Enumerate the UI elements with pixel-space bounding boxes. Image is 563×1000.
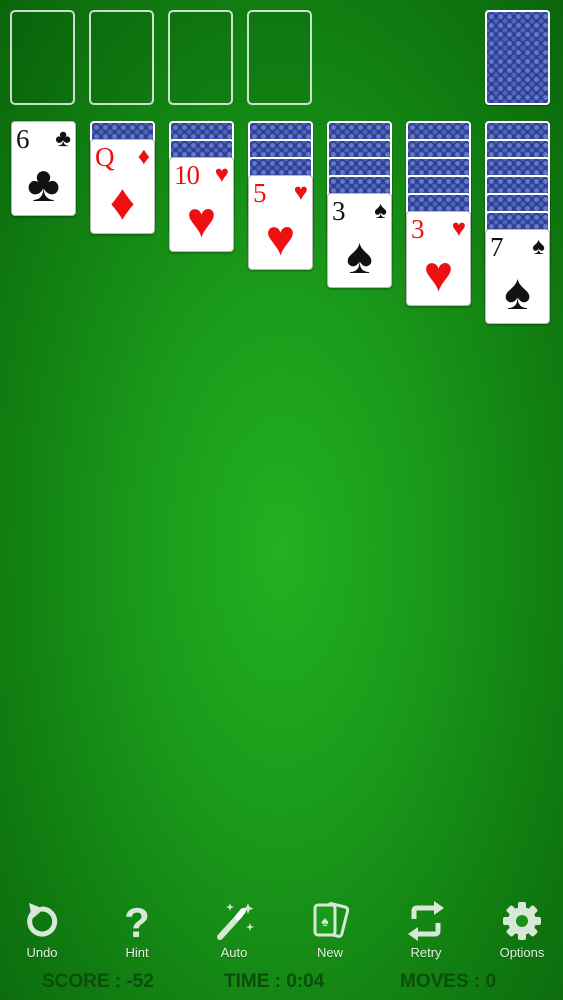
card-suit-icon: ♣: [55, 126, 71, 152]
card-suit-large-icon: ♥: [423, 246, 454, 302]
gear-icon: [503, 902, 541, 940]
card-rank: 10: [174, 160, 200, 190]
card-rank: 3: [411, 214, 424, 244]
playing-card[interactable]: 10 ♥ ♥: [169, 157, 234, 252]
undo-label: Undo: [26, 945, 58, 960]
card-suit-icon: ♦: [137, 144, 150, 170]
card-rank: 6: [16, 124, 29, 154]
svg-text:?: ?: [124, 899, 150, 943]
card-suit-large-icon: ♥: [265, 210, 296, 266]
time-display: TIME : 0:04: [224, 971, 325, 992]
card-suit-icon: ♥: [293, 180, 308, 206]
options-button[interactable]: Options: [482, 895, 562, 965]
foundation-slot-4[interactable]: [247, 10, 312, 105]
auto-label: Auto: [220, 945, 248, 960]
moves-display: MOVES : 0: [400, 971, 497, 992]
hint-label: Hint: [125, 945, 149, 960]
cards-icon: ♠: [313, 902, 350, 938]
playing-card[interactable]: 3 ♥ ♥: [406, 211, 471, 306]
score-display: SCORE : -52: [42, 971, 154, 992]
card-suit-large-icon: ♣: [27, 156, 60, 212]
new-game-button[interactable]: ♠ New: [290, 895, 370, 965]
playing-card[interactable]: 6 ♣ ♣: [11, 121, 76, 216]
playing-card[interactable]: 5 ♥ ♥: [248, 175, 313, 270]
new-label: New: [316, 945, 343, 960]
auto-button[interactable]: Auto: [194, 895, 274, 965]
card-suit-large-icon: ♦: [109, 174, 136, 230]
undo-button[interactable]: Undo: [2, 895, 82, 965]
card-suit-large-icon: ♠: [504, 264, 531, 320]
card-rank: 5: [253, 178, 266, 208]
card-suit-large-icon: ♠: [346, 228, 373, 284]
options-label: Options: [499, 945, 545, 960]
card-suit-large-icon: ♥: [186, 192, 217, 248]
retry-label: Retry: [410, 945, 442, 960]
foundation-slot-2[interactable]: [89, 10, 154, 105]
stock-pile[interactable]: [485, 10, 550, 105]
card-rank: 3: [332, 196, 345, 226]
playing-card[interactable]: 7 ♠ ♠: [485, 229, 550, 324]
card-rank: 7: [490, 232, 503, 262]
card-rank: Q: [95, 142, 114, 172]
svg-text:♠: ♠: [321, 915, 329, 930]
card-suit-icon: ♠: [374, 198, 387, 224]
retry-icon: [408, 901, 444, 941]
card-suit-icon: ♠: [532, 234, 545, 260]
toolbar: Undo ? Hint Auto ♠ New Retry Options: [0, 895, 563, 965]
foundation-slot-1[interactable]: [10, 10, 75, 105]
card-suit-icon: ♥: [214, 162, 229, 188]
hint-button[interactable]: ? Hint: [97, 895, 177, 965]
foundation-slot-3[interactable]: [168, 10, 233, 105]
card-suit-icon: ♥: [451, 216, 466, 242]
magic-wand-icon: [217, 903, 254, 940]
game-board: 6 ♣ ♣ Q ♦ ♦ 10 ♥ ♥ 5 ♥ ♥ 3 ♠ ♠ 3 ♥ ♥ 7 ♠ ♠: [0, 0, 563, 1000]
undo-icon: [27, 903, 58, 937]
playing-card[interactable]: Q ♦ ♦: [90, 139, 155, 234]
playing-card[interactable]: 3 ♠ ♠: [327, 193, 392, 288]
status-bar: SCORE : -52 TIME : 0:04 MOVES : 0: [0, 966, 563, 1000]
retry-button[interactable]: Retry: [386, 895, 466, 965]
question-icon: ?: [124, 899, 150, 943]
